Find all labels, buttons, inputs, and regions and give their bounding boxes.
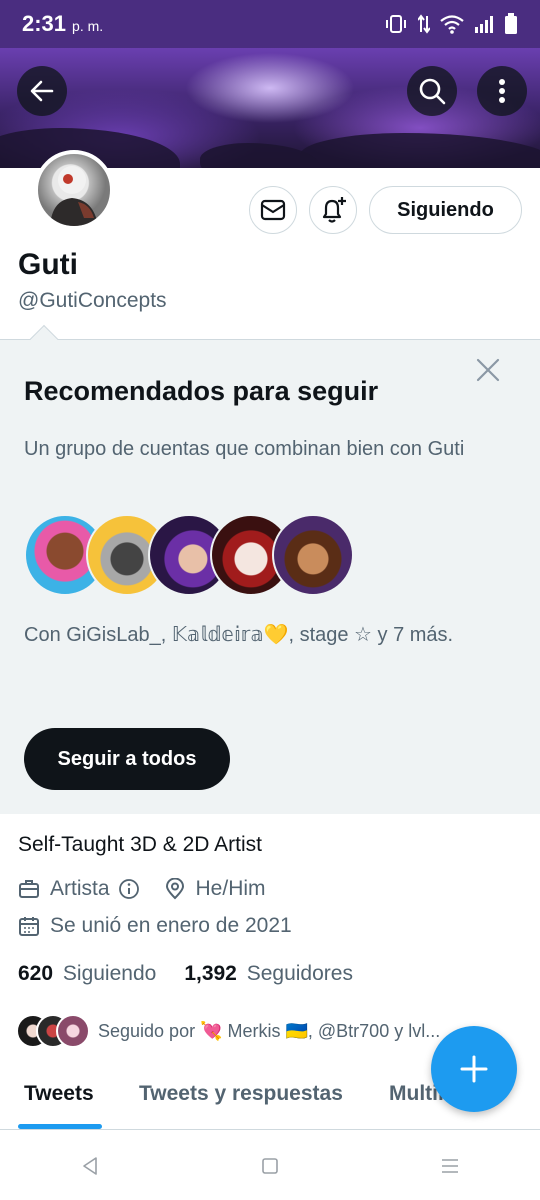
profile-location: He/Him [195, 877, 266, 900]
nav-back-button[interactable] [70, 1146, 110, 1186]
recommended-avatar[interactable] [272, 514, 354, 596]
plus-icon [460, 1055, 488, 1083]
following-button[interactable]: Siguiendo [369, 186, 522, 234]
nav-home-icon [262, 1158, 278, 1174]
followers-label: Seguidores [246, 962, 353, 985]
follower-avatar [56, 1014, 90, 1048]
briefcase-icon [19, 880, 39, 898]
nav-home-button[interactable] [250, 1146, 290, 1186]
search-icon [419, 78, 446, 105]
profile-meta-row: Artista He/Him [18, 877, 266, 901]
compose-tweet-button[interactable] [431, 1026, 517, 1112]
following-link[interactable]: 620 Siguiendo [18, 962, 156, 986]
data-arrows-icon [418, 14, 430, 34]
follow-counts: 620 Siguiendo 1,392 Seguidores [18, 962, 353, 986]
vibrate-icon [386, 15, 406, 33]
followers-count: 1,392 [184, 962, 237, 985]
mail-icon [260, 199, 286, 221]
following-label: Siguiendo [62, 962, 157, 985]
status-ampm: p. m. [72, 18, 104, 34]
recommendations-description: Un grupo de cuentas que combinan bien co… [24, 438, 465, 460]
more-button[interactable] [477, 66, 527, 116]
status-time: 2:31 [22, 11, 67, 36]
avatar[interactable] [34, 150, 114, 230]
signal-icon [475, 16, 493, 33]
info-icon[interactable] [118, 878, 140, 900]
nav-recents-button[interactable] [430, 1146, 470, 1186]
followed-by-row[interactable]: Seguido por 💘 Merkis 🇺🇦, @Btr700 y lvl..… [16, 1014, 440, 1048]
close-icon [476, 358, 500, 382]
followers-link[interactable]: 1,392 Seguidores [184, 962, 353, 986]
status-bar: 2:31 p. m. [0, 0, 540, 48]
recommendations-card: Recomendados para seguir Un grupo de cue… [0, 324, 540, 814]
followed-by-text: Seguido por 💘 Merkis 🇺🇦, @Btr700 y lvl..… [98, 1020, 441, 1041]
tab-replies[interactable]: Tweets y respuestas [139, 1082, 343, 1106]
notifications-button[interactable] [309, 186, 357, 234]
message-button[interactable] [249, 186, 297, 234]
bell-plus-icon [322, 197, 346, 223]
search-button[interactable] [407, 66, 457, 116]
nav-back-icon [83, 1157, 97, 1175]
follow-all-button[interactable]: Seguir a todos [24, 728, 230, 790]
tab-tweets[interactable]: Tweets [24, 1082, 94, 1106]
profile-category: Artista [50, 877, 110, 900]
status-icons [384, 13, 518, 35]
profile-handle: @GutiConcepts [18, 289, 167, 312]
following-count: 620 [18, 962, 54, 985]
system-navigation-bar [0, 1132, 540, 1200]
location-icon [165, 878, 184, 900]
profile-joined: Se unió en enero de 2021 [50, 914, 292, 937]
profile-join-row: Se unió en enero de 2021 [18, 914, 292, 938]
banner-rock [300, 133, 540, 168]
display-name: Guti [18, 248, 78, 281]
dismiss-button[interactable] [474, 356, 502, 384]
recommendations-names: Con GiGisLab_, 𝕂𝕒𝕝𝕕𝕖𝕚𝕣𝕒💛, stage ☆ y 7 má… [24, 624, 454, 646]
back-arrow-icon [30, 80, 54, 102]
recommended-avatars[interactable] [24, 514, 354, 596]
recommendations-title: Recomendados para seguir [24, 376, 379, 406]
banner-rock [200, 143, 320, 168]
wifi-icon [440, 15, 464, 34]
nav-recents-icon [442, 1159, 458, 1173]
more-vert-icon [499, 79, 505, 103]
avatar-figure [50, 166, 98, 226]
active-tab-indicator [18, 1124, 102, 1129]
battery-icon [505, 13, 517, 34]
card-notch [29, 324, 59, 354]
calendar-icon [19, 917, 39, 936]
profile-bio: Self-Taught 3D & 2D Artist [18, 833, 262, 856]
back-button[interactable] [17, 66, 67, 116]
